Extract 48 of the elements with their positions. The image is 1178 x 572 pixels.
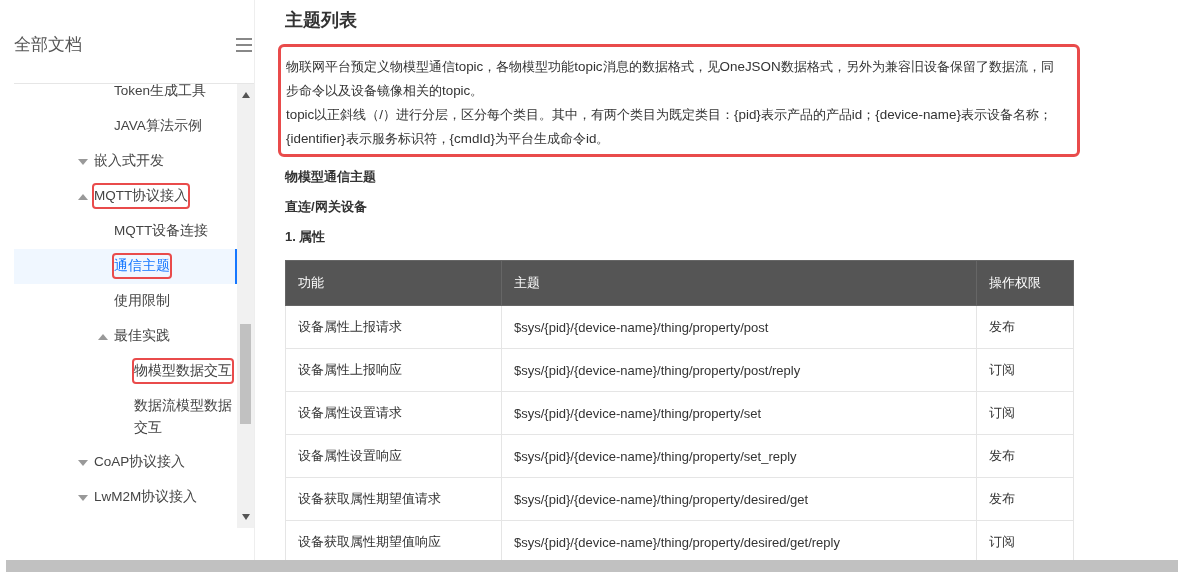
table-cell: 发布 xyxy=(976,477,1074,521)
table-cell: $sys/{pid}/{device-name}/thing/property/post/reply xyxy=(501,348,977,392)
table-cell: 发布 xyxy=(976,434,1074,478)
table-cell: 设备属性设置响应 xyxy=(285,434,502,478)
tree-item[interactable]: 数据流模型数据交互 xyxy=(132,393,237,441)
tree-item[interactable]: LwM2M协议接入 xyxy=(92,484,200,510)
table-cell: 订阅 xyxy=(976,391,1074,435)
page-title: 主题列表 xyxy=(285,9,358,32)
tree-item[interactable]: MQTT设备连接 xyxy=(112,218,211,244)
expand-arrow-icon[interactable] xyxy=(78,459,88,467)
table-cell: 设备属性上报请求 xyxy=(285,305,502,349)
collapse-arrow-icon[interactable] xyxy=(98,333,108,341)
expand-arrow-icon[interactable] xyxy=(78,494,88,502)
sidebar-title: 全部文档 xyxy=(14,34,82,56)
menu-icon[interactable] xyxy=(236,37,252,52)
table-cell: 设备属性设置请求 xyxy=(285,391,502,435)
tree-item[interactable]: CoAP协议接入 xyxy=(92,449,188,475)
scroll-up-icon[interactable] xyxy=(241,92,250,98)
table-cell: $sys/{pid}/{device-name}/thing/property/set xyxy=(501,391,977,435)
table-cell: 设备属性上报响应 xyxy=(285,348,502,392)
paragraph: topic以正斜线（/）进行分层，区分每个类目。其中，有两个类目为既定类目：{pid}表示产品的产品id；{device-name}表示设备名称；{identifier}表示服务标识符，{cmdId}为平台生成命令id。 xyxy=(286,106,1053,148)
scroll-down-icon[interactable] xyxy=(241,514,250,520)
tree-item[interactable]: 使用限制 xyxy=(112,288,172,314)
tree-item[interactable]: MQTT协议接入 xyxy=(92,183,191,209)
tree-item[interactable]: 物模型数据交互 xyxy=(132,358,234,384)
paragraph: 物联网平台预定义物模型通信topic，各物模型功能topic消息的数据格式，见OneJSON数据格式，另外为兼容旧设备保留了数据流，同步命令以及设备镜像相关的topic。 xyxy=(286,58,1055,100)
column-header: 主题 xyxy=(501,260,977,306)
tree-item[interactable]: Token生成工具 xyxy=(112,84,209,104)
horizontal-scrollbar[interactable] xyxy=(6,560,1178,572)
column-header: 操作权限 xyxy=(976,260,1074,306)
table-cell: $sys/{pid}/{device-name}/thing/property/desired/get xyxy=(501,477,977,521)
collapse-arrow-icon[interactable] xyxy=(78,193,88,201)
tree-item[interactable]: 嵌入式开发 xyxy=(92,148,166,174)
table-cell: 发布 xyxy=(976,305,1074,349)
scrollbar-thumb[interactable] xyxy=(240,324,251,424)
column-header: 功能 xyxy=(285,260,502,306)
table-cell: 设备获取属性期望值请求 xyxy=(285,477,502,521)
table-cell: $sys/{pid}/{device-name}/thing/property/set_reply xyxy=(501,434,977,478)
expand-arrow-icon[interactable] xyxy=(78,158,88,166)
table-cell: $sys/{pid}/{device-name}/thing/property/post xyxy=(501,305,977,349)
tree-item[interactable]: JAVA算法示例 xyxy=(112,113,204,139)
table-cell: 订阅 xyxy=(976,348,1074,392)
tree-item[interactable]: 通信主题 xyxy=(112,253,172,279)
tree-item[interactable]: 最佳实践 xyxy=(112,323,172,349)
scrollbar[interactable] xyxy=(237,84,254,528)
section-heading: 直连/网关设备 xyxy=(285,198,368,216)
section-heading: 物模型通信主题 xyxy=(285,168,377,186)
section-heading: 1. 属性 xyxy=(285,228,327,246)
